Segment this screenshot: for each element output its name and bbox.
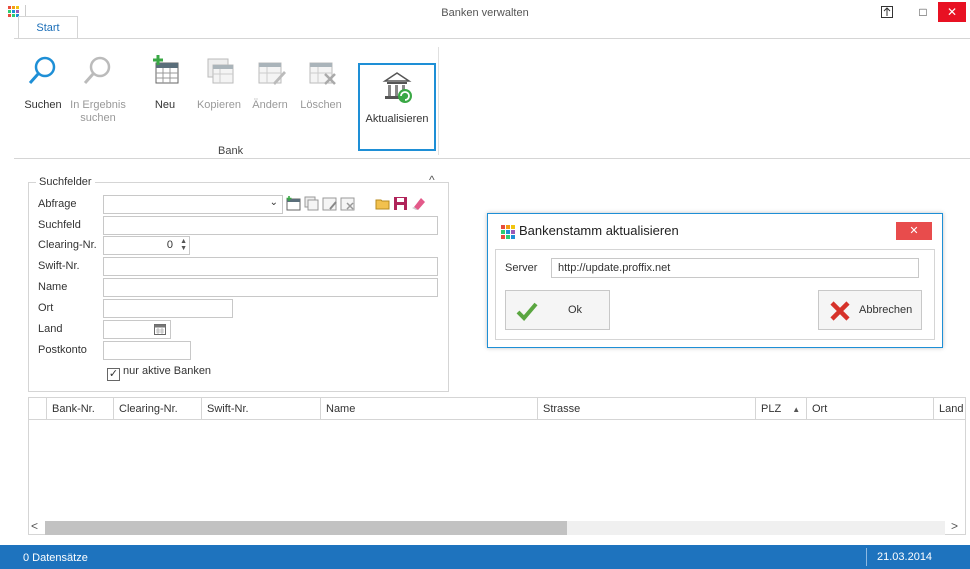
search-button[interactable]: Suchen — [20, 53, 66, 143]
stepper-arrows-icon[interactable]: ▲ ▼ — [180, 238, 187, 252]
eraser-icon[interactable] — [411, 196, 426, 211]
active-banks-checkbox[interactable]: ✓ nur aktive Banken — [107, 365, 211, 381]
ok-button-label: Ok — [568, 304, 583, 316]
name-label: Name — [38, 281, 68, 293]
open-folder-icon[interactable] — [375, 196, 390, 211]
checkmark-box-icon[interactable]: ✓ — [107, 368, 120, 381]
ok-button[interactable]: Ok — [505, 290, 610, 330]
banks-table[interactable]: Bank-Nr. Clearing-Nr. Swift-Nr. Name Str… — [28, 397, 966, 535]
pin-button[interactable] — [874, 2, 900, 22]
ribbon-group-separator — [438, 47, 439, 155]
status-bar: 0 Datensätze 21.03.2014 — [0, 545, 970, 569]
clearing-label: Clearing-Nr. — [38, 239, 97, 251]
column-header-plz[interactable]: PLZ ▲ — [755, 398, 806, 420]
active-banks-label: nur aktive Banken — [123, 365, 212, 377]
cancel-button-label: Abbrechen — [859, 304, 913, 316]
update-button[interactable]: Aktualisieren — [358, 63, 436, 151]
copy-query-icon[interactable] — [304, 196, 319, 211]
dialog-logo-icon — [501, 225, 515, 239]
window-title: Banken verwalten — [441, 7, 529, 19]
dialog-close-button[interactable]: ✕ — [896, 222, 932, 240]
search-field-input[interactable] — [103, 216, 438, 235]
ribbon: Suchen In Ergebnis suchen Neu Kopieren Ä… — [14, 38, 970, 159]
maximize-button[interactable]: □ — [910, 2, 936, 22]
edit-button[interactable]: Ändern — [248, 53, 292, 143]
edit-button-label: Ändern — [252, 99, 288, 111]
status-date: 21.03.2014 — [877, 551, 933, 563]
copy-button[interactable]: Kopieren — [196, 53, 242, 143]
new-button-label: Neu — [154, 99, 176, 111]
cancel-button[interactable]: Abbrechen — [818, 290, 922, 330]
server-label: Server — [505, 262, 538, 274]
column-header-swift-nr[interactable]: Swift-Nr. — [201, 398, 320, 420]
update-bank-master-dialog: Bankenstamm aktualisieren ✕ Server http:… — [487, 213, 943, 348]
pin-icon — [881, 6, 893, 18]
new-button[interactable]: Neu — [148, 53, 182, 143]
search-icon — [28, 56, 56, 84]
checkmark-icon — [516, 302, 538, 321]
scroll-right-button[interactable]: > — [951, 519, 958, 533]
column-header-clearing-nr[interactable]: Clearing-Nr. — [113, 398, 201, 420]
search-in-results-label: In Ergebnis suchen — [70, 99, 126, 124]
edit-query-icon[interactable] — [322, 196, 337, 211]
record-count: 0 Datensätze — [23, 552, 88, 564]
swift-label: Swift-Nr. — [38, 260, 80, 272]
edit-table-icon — [258, 62, 286, 85]
search-button-label: Suchen — [24, 99, 62, 111]
delete-button-label: Löschen — [300, 99, 342, 111]
new-query-icon[interactable] — [286, 196, 301, 211]
ribbon-group-label: Bank — [218, 145, 244, 157]
delete-query-icon[interactable] — [340, 196, 355, 211]
name-input[interactable] — [103, 278, 438, 297]
new-table-icon — [153, 55, 179, 84]
calendar-icon[interactable] — [154, 324, 166, 335]
plz-header-label: PLZ — [761, 403, 782, 415]
server-input[interactable]: http://update.proffix.net — [551, 258, 919, 278]
swift-input[interactable] — [103, 257, 438, 276]
delete-table-icon — [309, 62, 336, 85]
scrollbar-thumb[interactable] — [45, 521, 567, 535]
status-separator — [866, 548, 867, 566]
copy-button-label: Kopieren — [196, 99, 242, 111]
land-label: Land — [38, 323, 63, 335]
bank-refresh-icon — [382, 72, 412, 103]
column-header-ort[interactable]: Ort — [806, 398, 933, 420]
scroll-left-button[interactable]: < — [31, 519, 38, 533]
close-button[interactable]: ✕ — [938, 2, 966, 22]
postkonto-input[interactable] — [103, 341, 191, 360]
search-in-results-button[interactable]: In Ergebnis suchen — [70, 53, 126, 143]
query-label: Abfrage — [38, 198, 77, 210]
column-header-bank-nr[interactable]: Bank-Nr. — [46, 398, 110, 420]
save-icon[interactable] — [393, 196, 408, 211]
ort-label: Ort — [38, 302, 54, 314]
clearing-value: 0 — [166, 239, 173, 251]
delete-button[interactable]: Löschen — [299, 53, 343, 143]
search-in-results-icon — [83, 56, 111, 84]
search-fields-title: Suchfelder — [36, 176, 95, 188]
title-bar: Banken verwalten □ ✕ — [0, 0, 970, 26]
search-fields-collapse-button[interactable]: ^ — [429, 173, 435, 187]
clearing-stepper[interactable]: 0 ▲ ▼ — [103, 236, 190, 255]
search-field-label: Suchfeld — [38, 219, 81, 231]
chevron-down-icon: ⌄ — [269, 197, 278, 208]
column-header-land[interactable]: Land — [933, 398, 965, 420]
land-input[interactable] — [103, 320, 171, 339]
cross-icon — [830, 301, 850, 321]
update-button-label: Aktualisieren — [365, 113, 429, 125]
table-header: Bank-Nr. Clearing-Nr. Swift-Nr. Name Str… — [29, 398, 965, 420]
copy-table-icon — [207, 58, 234, 84]
sort-ascending-icon: ▲ — [792, 405, 801, 414]
column-header-strasse[interactable]: Strasse — [537, 398, 755, 420]
column-header-name[interactable]: Name — [320, 398, 537, 420]
tab-start[interactable]: Start — [18, 16, 78, 39]
query-select[interactable]: ⌄ — [103, 195, 283, 214]
dialog-title: Bankenstamm aktualisieren — [519, 223, 679, 238]
postkonto-label: Postkonto — [38, 344, 87, 356]
ort-input[interactable] — [103, 299, 233, 318]
